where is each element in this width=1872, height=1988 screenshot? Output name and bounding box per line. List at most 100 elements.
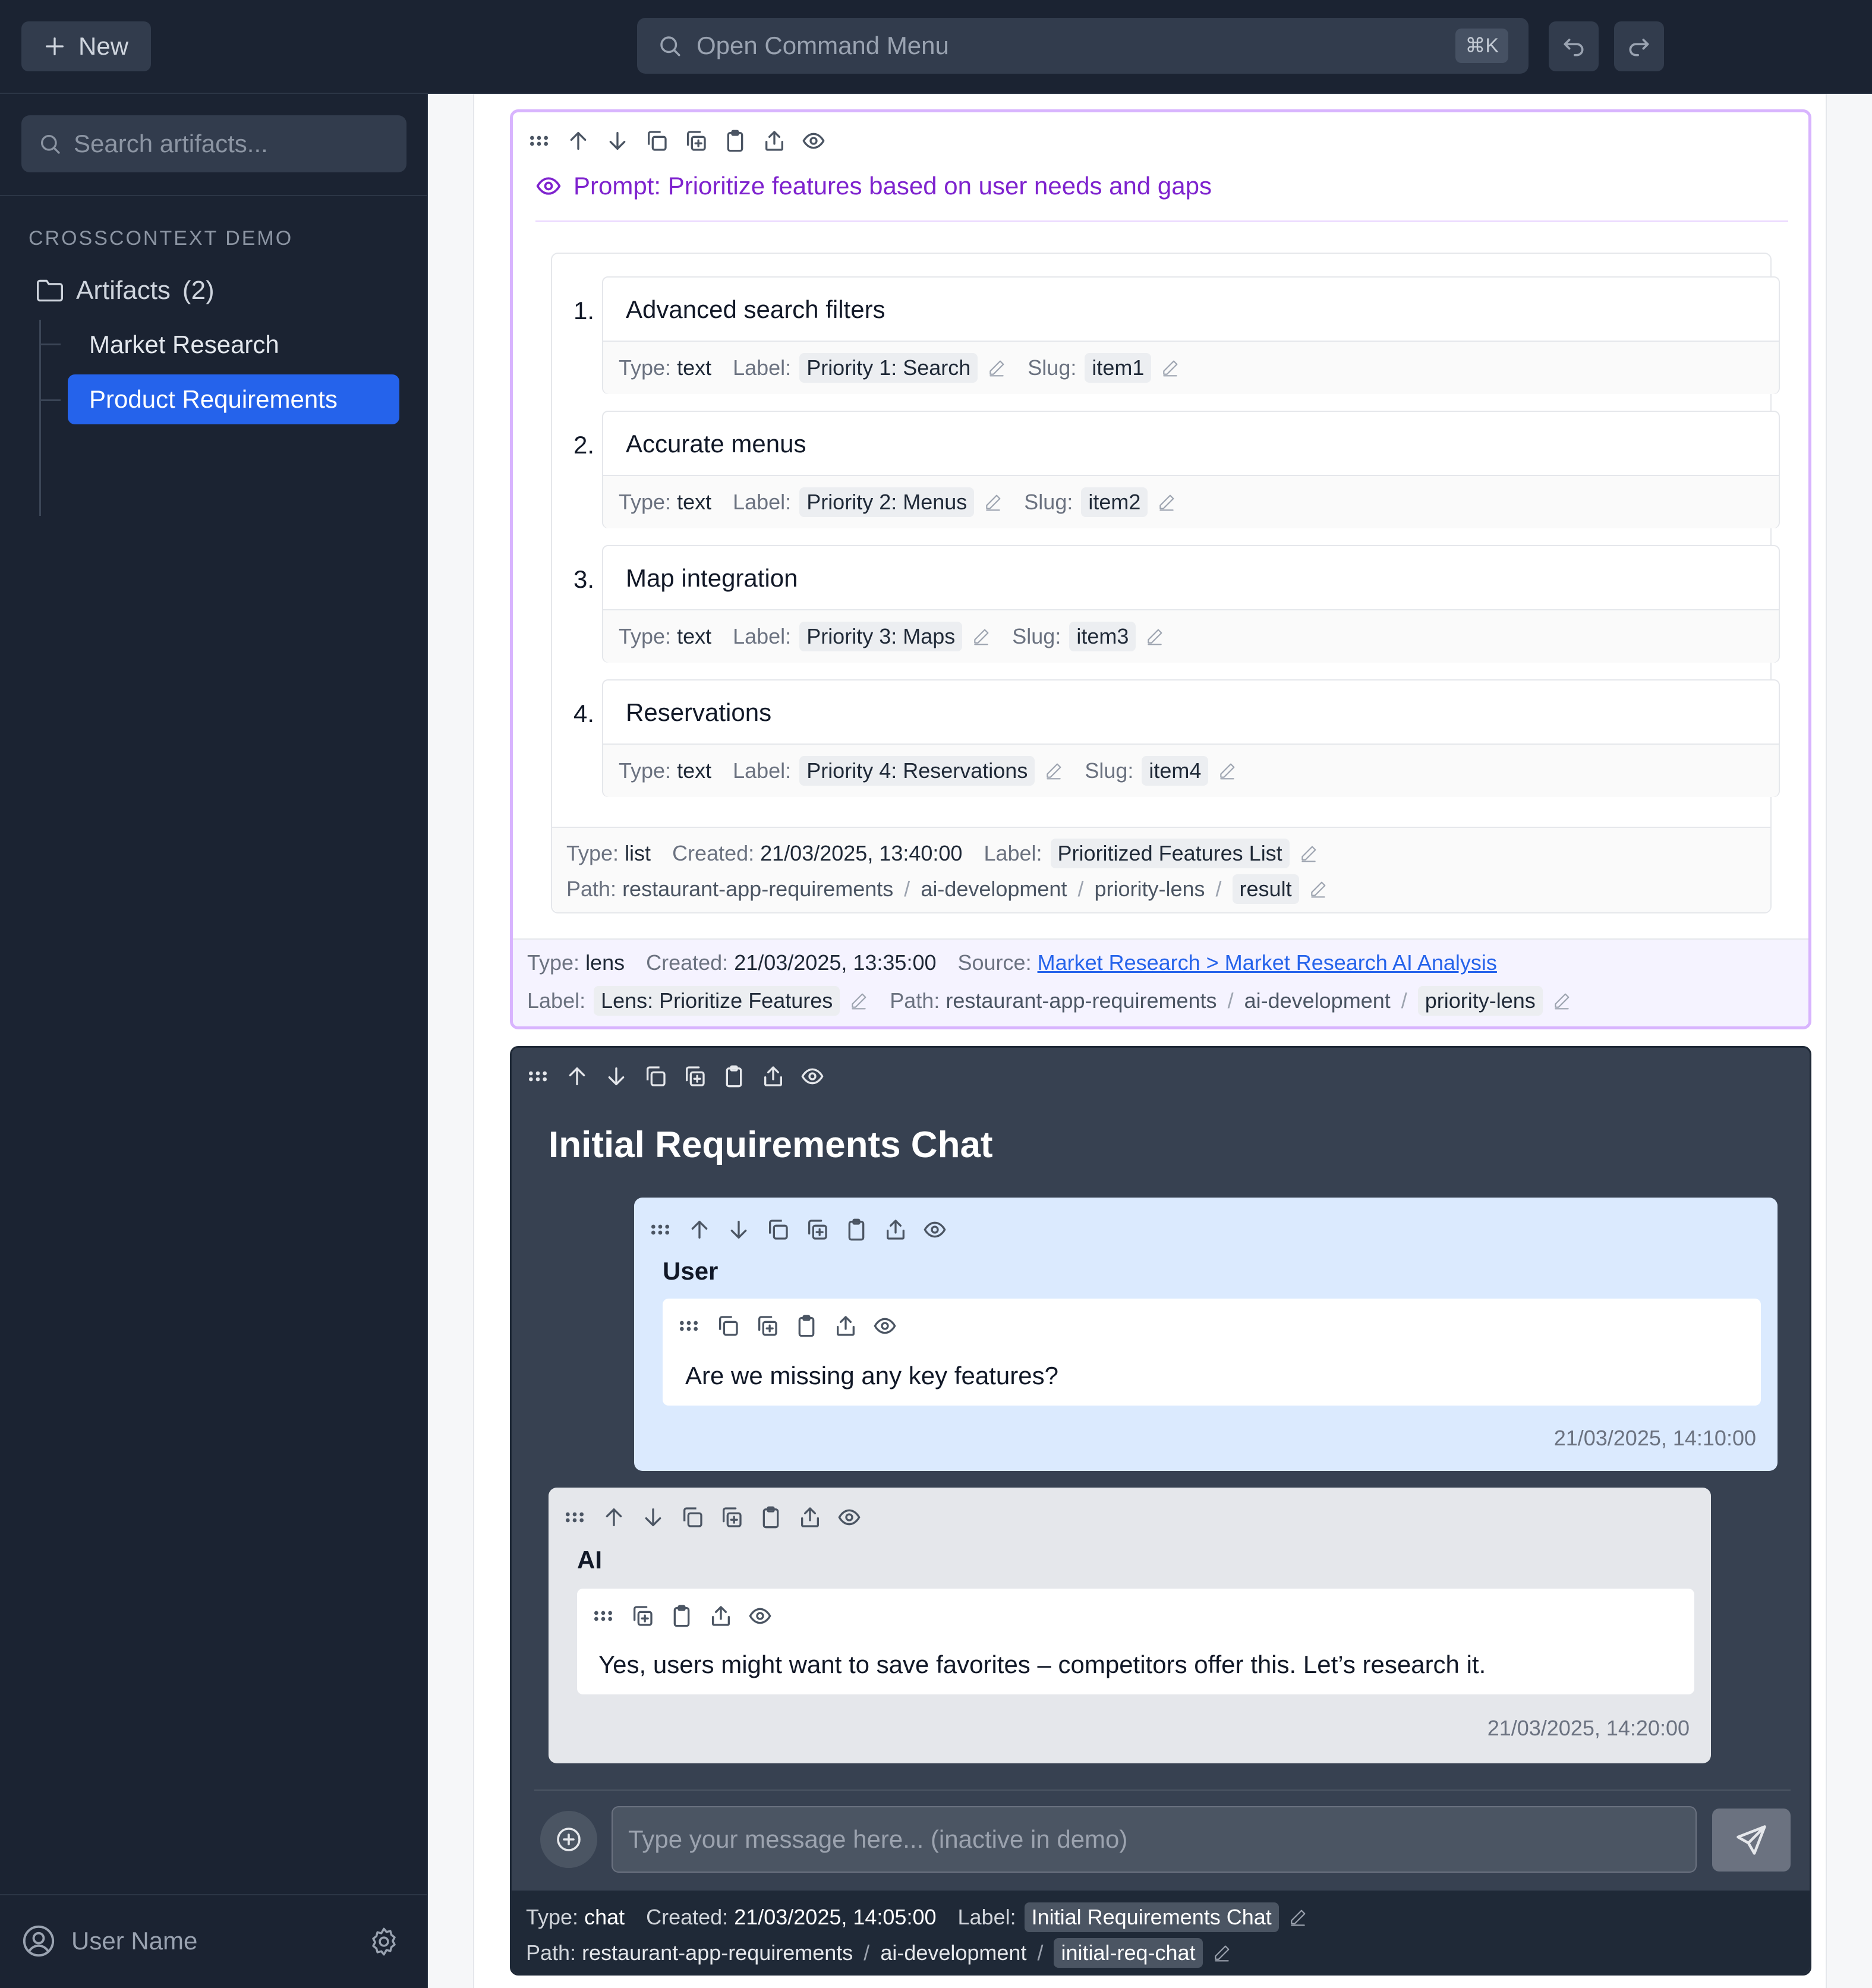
edit-pencil-icon[interactable] xyxy=(1044,761,1063,780)
artifact-search-input[interactable]: Search artifacts... xyxy=(21,115,406,172)
source-link[interactable]: Market Research > Market Research AI Ana… xyxy=(1038,950,1497,975)
message-toolbar xyxy=(563,1505,861,1529)
move-down-icon[interactable] xyxy=(727,1218,751,1242)
edit-pencil-icon[interactable] xyxy=(1212,1943,1231,1962)
edit-pencil-icon[interactable] xyxy=(1309,880,1328,899)
list-item-meta: Type: text Label: Priority 2: Menus Slug… xyxy=(603,475,1779,528)
copy-icon[interactable] xyxy=(644,1064,667,1088)
message-timestamp: 21/03/2025, 14:20:00 xyxy=(1487,1716,1690,1740)
share-icon[interactable] xyxy=(762,129,786,153)
eye-icon[interactable] xyxy=(801,1064,824,1088)
edit-pencil-icon[interactable] xyxy=(1552,991,1571,1010)
share-icon[interactable] xyxy=(709,1604,733,1628)
edit-pencil-icon[interactable] xyxy=(849,991,868,1010)
list-item-text[interactable]: Map integration xyxy=(626,564,798,593)
path-segment[interactable]: restaurant-app-requirements xyxy=(946,988,1217,1013)
lens-meta-row: Type: lens Created: 21/03/2025, 13:35:00… xyxy=(527,950,1497,975)
clipboard-icon[interactable] xyxy=(723,129,747,153)
path-segment[interactable]: restaurant-app-requirements xyxy=(582,1940,853,1965)
sidebar-item-market-research[interactable]: Market Research xyxy=(68,320,279,370)
duplicate-icon[interactable] xyxy=(631,1604,654,1628)
move-up-icon[interactable] xyxy=(566,129,590,153)
slug-chip: result xyxy=(1232,874,1299,904)
type-label: Type: xyxy=(527,950,580,975)
path-segment[interactable]: ai-development xyxy=(1244,988,1391,1013)
drag-handle-icon[interactable] xyxy=(591,1604,615,1628)
settings-gear-icon[interactable] xyxy=(368,1926,399,1957)
user-profile[interactable]: User Name xyxy=(21,1924,197,1958)
type-value: text xyxy=(677,355,712,380)
type-value: text xyxy=(677,490,712,514)
duplicate-icon[interactable] xyxy=(683,1064,707,1088)
clipboard-icon[interactable] xyxy=(670,1604,694,1628)
copy-icon[interactable] xyxy=(680,1505,704,1529)
edit-pencil-icon[interactable] xyxy=(1145,627,1164,646)
drag-handle-icon[interactable] xyxy=(527,129,551,153)
move-down-icon[interactable] xyxy=(606,129,629,153)
move-up-icon[interactable] xyxy=(565,1064,589,1088)
path-separator: / xyxy=(1227,988,1234,1013)
share-icon[interactable] xyxy=(884,1218,907,1242)
path-segment[interactable]: restaurant-app-requirements xyxy=(622,877,893,902)
duplicate-icon[interactable] xyxy=(720,1505,743,1529)
command-menu-button[interactable]: Open Command Menu ⌘K xyxy=(637,18,1529,74)
edit-pencil-icon[interactable] xyxy=(1161,358,1180,377)
label-label: Label: xyxy=(733,355,792,380)
sidebar-item-product-requirements[interactable]: Product Requirements xyxy=(68,374,399,424)
duplicate-icon[interactable] xyxy=(755,1314,779,1338)
attach-button[interactable] xyxy=(540,1811,597,1868)
send-button[interactable] xyxy=(1712,1809,1791,1872)
duplicate-icon[interactable] xyxy=(805,1218,829,1242)
artifacts-folder[interactable]: Artifacts (2) xyxy=(36,276,215,305)
new-button[interactable]: New xyxy=(21,21,151,71)
drag-handle-icon[interactable] xyxy=(526,1064,550,1088)
eye-icon[interactable] xyxy=(748,1604,772,1628)
share-icon[interactable] xyxy=(834,1314,858,1338)
move-up-icon[interactable] xyxy=(688,1218,711,1242)
copy-icon[interactable] xyxy=(645,129,669,153)
edit-pencil-icon[interactable] xyxy=(1288,1908,1307,1927)
label-label: Label: xyxy=(733,490,792,514)
share-icon[interactable] xyxy=(761,1064,785,1088)
artifacts-count: (2) xyxy=(182,276,215,305)
eye-icon[interactable] xyxy=(802,129,825,153)
path-separator: / xyxy=(1401,988,1407,1013)
drag-handle-icon[interactable] xyxy=(563,1505,587,1529)
edit-pencil-icon[interactable] xyxy=(987,358,1006,377)
share-icon[interactable] xyxy=(798,1505,822,1529)
list-item-text[interactable]: Advanced search filters xyxy=(626,295,885,324)
undo-button[interactable] xyxy=(1549,21,1599,71)
chat-divider xyxy=(534,1789,1791,1791)
edit-pencil-icon[interactable] xyxy=(1299,844,1318,863)
edit-pencil-icon[interactable] xyxy=(1157,493,1176,512)
clipboard-icon[interactable] xyxy=(795,1314,818,1338)
list-item-text[interactable]: Reservations xyxy=(626,698,771,727)
move-up-icon[interactable] xyxy=(602,1505,626,1529)
edit-pencil-icon[interactable] xyxy=(972,627,991,646)
list-item-text[interactable]: Accurate menus xyxy=(626,430,806,458)
path-separator: / xyxy=(904,877,910,901)
copy-icon[interactable] xyxy=(766,1218,790,1242)
path-segment[interactable]: priority-lens xyxy=(1094,877,1205,902)
move-down-icon[interactable] xyxy=(604,1064,628,1088)
path-segment[interactable]: ai-development xyxy=(880,1940,1026,1965)
edit-pencil-icon[interactable] xyxy=(984,493,1003,512)
copy-icon[interactable] xyxy=(716,1314,740,1338)
clipboard-icon[interactable] xyxy=(844,1218,868,1242)
eye-icon[interactable] xyxy=(873,1314,897,1338)
eye-icon[interactable] xyxy=(837,1505,861,1529)
chat-message-input[interactable]: Type your message here... (inactive in d… xyxy=(612,1806,1697,1873)
lens-divider xyxy=(535,220,1788,222)
redo-button[interactable] xyxy=(1614,21,1664,71)
clipboard-icon[interactable] xyxy=(722,1064,746,1088)
drag-handle-icon[interactable] xyxy=(648,1218,672,1242)
lens-path-row: Label: Lens: Prioritize Features Path: r… xyxy=(527,986,1571,1016)
move-down-icon[interactable] xyxy=(641,1505,665,1529)
clipboard-icon[interactable] xyxy=(759,1505,783,1529)
drag-handle-icon[interactable] xyxy=(677,1314,701,1338)
edit-pencil-icon[interactable] xyxy=(1218,761,1237,780)
duplicate-icon[interactable] xyxy=(684,129,708,153)
path-segment[interactable]: ai-development xyxy=(921,877,1067,902)
eye-icon[interactable] xyxy=(923,1218,947,1242)
created-value: 21/03/2025, 13:35:00 xyxy=(734,950,937,975)
